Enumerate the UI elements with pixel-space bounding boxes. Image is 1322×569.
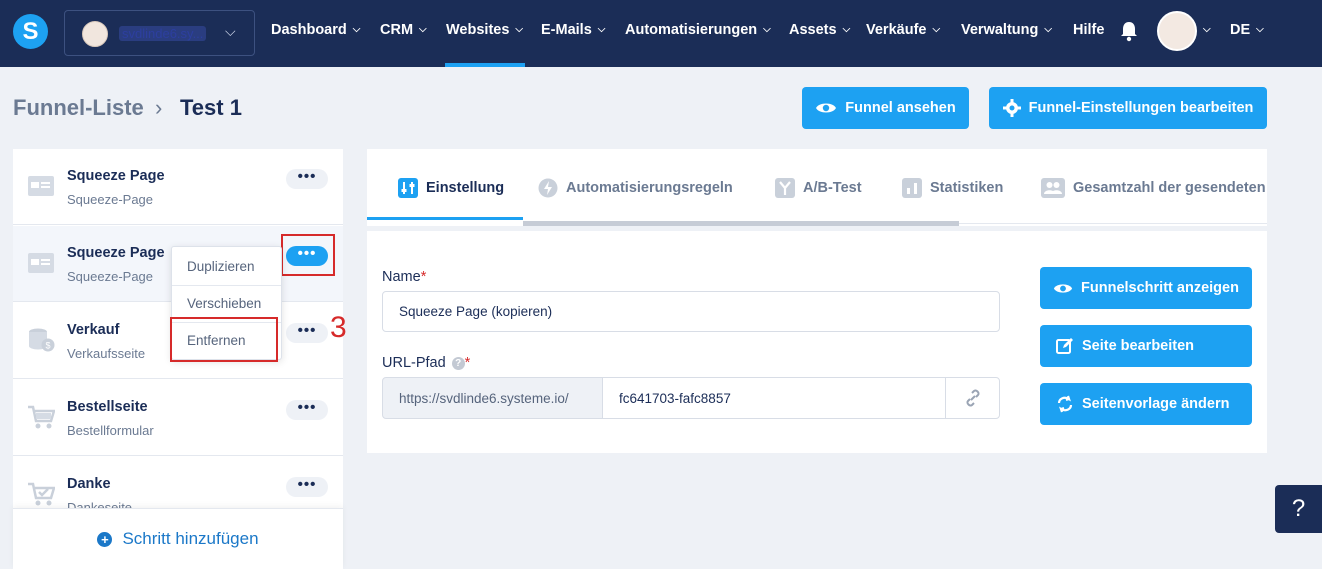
chevron-down-icon[interactable]: ⌵ — [1203, 22, 1211, 38]
step-more-button[interactable]: ••• — [286, 400, 328, 420]
funnel-step-item[interactable]: Squeeze Page Squeeze-Page ••• — [13, 149, 343, 225]
nav-emails[interactable]: E-Mails ⌵ — [541, 22, 605, 38]
annotation-step-number: 3 — [330, 311, 347, 344]
bell-icon[interactable] — [1119, 20, 1139, 42]
chevron-down-icon: ⌵ — [1044, 24, 1052, 35]
highlight-box-remove — [170, 317, 278, 362]
nav-sales[interactable]: Verkäufe ⌵ — [866, 22, 940, 38]
highlight-box-more-button — [281, 234, 335, 276]
step-subtitle: Bestellformular — [67, 423, 154, 438]
menu-divider — [172, 285, 281, 286]
step-more-button[interactable]: ••• — [286, 323, 328, 343]
bolt-icon — [538, 178, 558, 198]
tab-statistics[interactable]: Statistiken — [902, 178, 1003, 198]
top-navbar: S svdlinde6.sy... ⌵ Dashboard ⌵ CRM ⌵ Webs… — [0, 0, 1322, 67]
page-icon — [28, 253, 54, 273]
breadcrumb-separator: › — [155, 95, 163, 120]
sync-icon — [1057, 395, 1073, 413]
url-prefix: https://svdlinde6.systeme.io/ — [382, 377, 603, 419]
systeme-logo[interactable]: S — [13, 14, 48, 49]
plus-icon: + — [97, 531, 113, 547]
step-title: Danke — [67, 476, 111, 492]
tab-ab-test[interactable]: A/B-Test — [775, 178, 862, 198]
coins-icon: $ — [29, 328, 55, 352]
view-funnel-button[interactable]: Funnel ansehen — [802, 87, 969, 129]
funnel-step-item[interactable]: Bestellseite Bestellformular ••• — [13, 380, 343, 456]
chevron-down-icon: ⌵ — [1256, 24, 1264, 35]
nav-active-indicator — [445, 63, 525, 67]
edit-funnel-settings-button[interactable]: Funnel-Einstellungen bearbeiten — [989, 87, 1267, 129]
gear-icon — [1002, 99, 1021, 117]
cart-check-icon — [28, 482, 55, 506]
url-path-label: URL-Pfad? * — [382, 355, 471, 371]
active-tab-indicator — [367, 217, 523, 220]
tab-settings[interactable]: Einstellung — [398, 178, 504, 198]
url-path-field[interactable]: fc641703-fafc8857 — [602, 377, 946, 419]
nav-crm[interactable]: CRM ⌵ — [380, 22, 427, 38]
name-field[interactable]: Squeeze Page (kopieren) — [382, 291, 1000, 332]
edit-icon — [1056, 338, 1073, 354]
help-widget-button[interactable]: ? — [1275, 485, 1322, 533]
name-label: Name* — [382, 269, 427, 285]
eye-icon — [816, 103, 837, 113]
nav-automations[interactable]: Automatisierungen ⌵ — [625, 22, 771, 38]
page-title: Test 1 — [180, 95, 242, 120]
account-avatar — [82, 21, 108, 47]
account-switcher[interactable]: svdlinde6.sy... ⌵ — [64, 10, 255, 56]
users-icon — [1041, 178, 1065, 198]
step-settings-panel: Name* Squeeze Page (kopieren) URL-Pfad? *… — [367, 231, 1267, 453]
chevron-down-icon: ⌵ — [419, 24, 427, 35]
step-subtitle: Squeeze-Page — [67, 192, 154, 207]
chevron-down-icon: ⌵ — [352, 24, 361, 35]
language-switcher[interactable]: DE ⌵ — [1230, 22, 1264, 38]
chevron-down-icon: ⌵ — [597, 24, 606, 35]
chevron-down-icon: ⌵ — [515, 24, 523, 35]
chevron-down-icon: ⌵ — [842, 24, 851, 35]
nav-administration[interactable]: Verwaltung ⌵ — [961, 22, 1052, 38]
chevron-down-icon: ⌵ — [932, 24, 941, 35]
link-icon — [966, 389, 980, 407]
nav-websites[interactable]: Websites ⌵ — [446, 22, 523, 38]
tabs-bar: Einstellung Automatisierungsregeln A/B-T… — [367, 149, 1267, 226]
chevron-down-icon: ⌵ — [225, 23, 236, 39]
step-more-button[interactable]: ••• — [286, 477, 328, 497]
svg-text:$: $ — [45, 341, 50, 351]
step-title: Bestellseite — [67, 399, 148, 415]
copy-link-button[interactable] — [945, 377, 1000, 419]
add-step-button[interactable]: + Schritt hinzufügen — [13, 508, 343, 569]
step-subtitle: Verkaufsseite — [67, 346, 146, 361]
cart-icon — [28, 405, 55, 429]
menu-item-move[interactable]: Verschieben — [187, 296, 261, 311]
tab-total-sent[interactable]: Gesamtzahl der gesendeten — [1041, 178, 1266, 198]
help-icon[interactable]: ? — [451, 357, 465, 370]
add-step-label: Schritt hinzufügen — [122, 529, 259, 548]
step-title: Squeeze Page — [67, 168, 165, 184]
eye-icon — [1053, 283, 1073, 293]
breadcrumb-funnel-list[interactable]: Funnel-Liste — [13, 95, 144, 121]
chevron-down-icon: ⌵ — [763, 24, 771, 35]
menu-item-duplicate[interactable]: Duplizieren — [187, 259, 255, 274]
nav-help[interactable]: Hilfe — [1073, 22, 1104, 38]
step-title: Squeeze Page — [67, 245, 165, 261]
step-more-button[interactable]: ••• — [286, 169, 328, 189]
change-template-button[interactable]: Seitenvorlage ändern — [1040, 383, 1252, 425]
step-title: Verkauf — [67, 322, 120, 338]
edit-page-button[interactable]: Seite bearbeiten — [1040, 325, 1252, 367]
nav-assets[interactable]: Assets ⌵ — [789, 22, 850, 38]
view-funnel-step-button[interactable]: Funnelschritt anzeigen — [1040, 267, 1252, 309]
tabs-scrollbar-track — [959, 223, 1267, 224]
user-avatar[interactable] — [1157, 11, 1197, 51]
bar-chart-icon — [902, 178, 922, 198]
nav-dashboard[interactable]: Dashboard ⌵ — [271, 22, 360, 38]
page-icon — [28, 176, 54, 196]
tab-automation-rules[interactable]: Automatisierungsregeln — [538, 178, 733, 198]
split-icon — [775, 178, 795, 198]
step-subtitle: Squeeze-Page — [67, 269, 154, 284]
tabs-scrollbar[interactable] — [523, 221, 959, 226]
sliders-icon — [398, 178, 418, 198]
account-name: svdlinde6.sy... — [119, 26, 207, 41]
